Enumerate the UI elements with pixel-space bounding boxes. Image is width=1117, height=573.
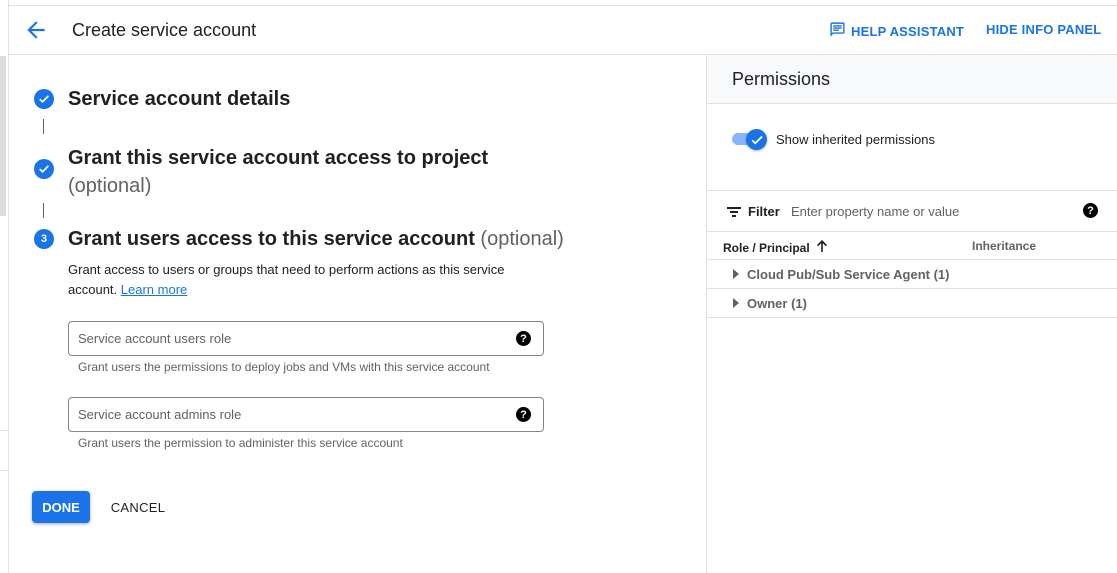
filter-label: Filter (748, 204, 780, 219)
step-number-icon: 3 (34, 229, 54, 249)
learn-more-link[interactable]: Learn more (121, 282, 187, 297)
users-role-field[interactable]: ? (68, 321, 544, 356)
step-2-title-text: Grant this service account access to pro… (68, 147, 489, 169)
admins-role-input[interactable] (78, 398, 498, 431)
step-3-title-text: Grant users access to this service accou… (68, 228, 475, 250)
expand-caret-icon[interactable] (733, 269, 739, 279)
divider (0, 430, 8, 431)
step-connector (43, 119, 44, 134)
help-assistant-button[interactable]: HELP ASSISTANT (829, 21, 964, 41)
table-header: Role / Principal Inheritance (707, 232, 1117, 260)
panel-title: Permissions (732, 69, 831, 89)
done-button[interactable]: DONE (32, 491, 90, 523)
inherited-permissions-toggle[interactable] (732, 129, 768, 150)
chat-icon (829, 21, 846, 41)
step-3-optional: (optional) (480, 228, 564, 250)
divider (0, 470, 8, 471)
expand-caret-icon[interactable] (733, 298, 739, 308)
step-1-title[interactable]: Service account details (68, 88, 290, 111)
help-icon[interactable]: ? (516, 331, 531, 346)
column-label: Role / Principal (723, 240, 810, 255)
filter-input[interactable] (791, 199, 1071, 223)
column-inheritance[interactable]: Inheritance (972, 239, 1036, 253)
row-label: Cloud Pub/Sub Service Agent (1) (747, 267, 950, 282)
table-row[interactable]: Cloud Pub/Sub Service Agent (1) (707, 260, 1117, 289)
help-icon[interactable]: ? (1083, 203, 1098, 218)
admins-role-hint: Grant users the permission to administer… (78, 436, 403, 450)
back-arrow-icon[interactable] (23, 17, 49, 43)
sort-arrow-up-icon (816, 239, 828, 256)
step-3-description: Grant access to users or groups that nee… (68, 260, 528, 300)
filter-icon[interactable] (727, 205, 741, 223)
help-icon[interactable]: ? (516, 407, 531, 422)
page-title: Create service account (72, 20, 257, 40)
cancel-button[interactable]: CANCEL (104, 491, 172, 523)
check-icon (746, 129, 767, 150)
step-2-optional: (optional) (68, 175, 152, 197)
toggle-label: Show inherited permissions (776, 132, 935, 147)
row-label: Owner (1) (747, 296, 807, 311)
panel-header: Permissions (707, 55, 1117, 104)
step-complete-icon (34, 89, 54, 109)
hide-info-panel-button[interactable]: HIDE INFO PANEL (986, 22, 1101, 37)
admins-role-field[interactable]: ? (68, 397, 544, 432)
step-complete-icon (34, 159, 54, 179)
table-row[interactable]: Owner (1) (707, 289, 1117, 318)
step-2-title[interactable]: Grant this service account access to pro… (68, 144, 508, 200)
users-role-input[interactable] (78, 322, 498, 355)
help-assistant-label: HELP ASSISTANT (851, 23, 965, 39)
column-role-principal[interactable]: Role / Principal (723, 239, 828, 256)
left-edge (0, 0, 9, 573)
filter-bar: Filter ? (707, 190, 1117, 232)
scroll-track (0, 56, 6, 216)
step-3-title[interactable]: Grant users access to this service accou… (68, 228, 564, 251)
users-role-hint: Grant users the permissions to deploy jo… (78, 360, 490, 374)
permissions-panel: Permissions Show inherited permissions F… (706, 55, 1117, 573)
step-connector (43, 203, 44, 218)
top-bar: Create service account HELP ASSISTANT HI… (9, 5, 1117, 55)
